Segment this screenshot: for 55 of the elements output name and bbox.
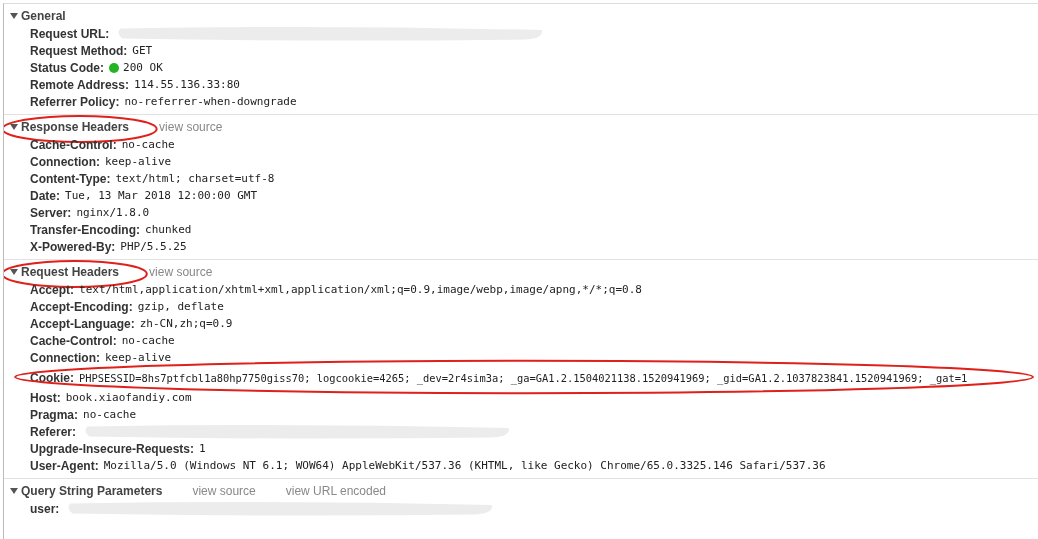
view-link[interactable]: view URL encoded xyxy=(285,484,387,498)
disclosure-triangle-icon[interactable] xyxy=(10,123,18,131)
disclosure-triangle-icon[interactable] xyxy=(10,268,18,276)
header-value: 1 xyxy=(199,442,206,455)
header-name: Remote Address: xyxy=(30,77,129,92)
header-name: Connection: xyxy=(30,350,100,365)
header-value: no-referrer-when-downgrade xyxy=(124,95,297,108)
header-value: zh-CN,zh;q=0.9 xyxy=(139,317,233,330)
header-value: 200 OK xyxy=(123,61,163,74)
header-value: book.xiaofandiy.com xyxy=(65,391,192,404)
header-name: X-Powered-By: xyxy=(30,239,116,254)
header-value: chunked xyxy=(145,223,192,236)
header-name: user: xyxy=(30,501,60,516)
header-value: text/html,application/xhtml+xml,application/xml;q=0.9,image/webp,image/apng,*/*;q=0.8 xyxy=(79,283,642,296)
header-value: text/html; charset=utf-8 xyxy=(115,172,275,185)
header-name: Host: xyxy=(30,390,61,405)
disclosure-triangle-icon[interactable] xyxy=(10,12,18,20)
header-value: nginx/1.8.0 xyxy=(76,206,150,219)
header-name: Date: xyxy=(30,188,60,203)
header-value: Mozilla/5.0 (Windows NT 6.1; WOW64) AppleWebKit/537.36 (KHTML, like Gecko) Chrome/65.0.3325.146 Safari/537.36 xyxy=(103,459,826,472)
header-name: Cookie: xyxy=(30,370,74,385)
header-value: Tue, 13 Mar 2018 12:00:00 GMT xyxy=(65,189,258,202)
header-value: no-cache xyxy=(121,334,175,347)
header-name: Request Method: xyxy=(30,43,128,58)
header-value: GET xyxy=(132,44,153,57)
header-name: Accept-Language: xyxy=(30,316,135,331)
section-title[interactable]: General xyxy=(21,9,66,23)
view-link[interactable]: view source xyxy=(159,120,223,134)
disclosure-triangle-icon[interactable] xyxy=(10,487,18,495)
header-name: Pragma: xyxy=(30,407,79,422)
header-value: 114.55.136.33:80 xyxy=(133,78,240,91)
header-name: Cache-Control: xyxy=(30,137,117,152)
header-name: Transfer-Encoding: xyxy=(30,222,140,237)
view-link[interactable]: view source xyxy=(149,265,213,279)
header-name: Accept: xyxy=(30,282,74,297)
header-value: PHP/5.5.25 xyxy=(120,240,187,253)
header-value: no-cache xyxy=(121,138,175,151)
header-value: no-cache xyxy=(83,408,136,421)
header-value: keep-alive xyxy=(105,351,172,364)
header-name: User-Agent: xyxy=(30,458,99,473)
section-title[interactable]: Query String Parameters xyxy=(21,484,163,498)
header-name: Upgrade-Insecure-Requests: xyxy=(30,441,195,456)
header-value: keep-alive xyxy=(105,155,172,168)
header-name: Status Code: xyxy=(30,60,104,75)
header-value: gzip, deflate xyxy=(137,300,224,313)
header-name: Referrer Policy: xyxy=(30,94,120,109)
header-name: Content-Type: xyxy=(30,171,111,186)
view-link[interactable]: view source xyxy=(192,484,256,498)
header-name: Cache-Control: xyxy=(30,333,117,348)
header-name: Server: xyxy=(30,205,72,220)
header-name: Referer: xyxy=(30,424,77,439)
header-name: Request URL: xyxy=(30,26,110,41)
header-name: Accept-Encoding: xyxy=(30,299,133,314)
header-name: Connection: xyxy=(30,154,100,169)
header-value: PHPSESSID=8hs7ptfcbl1a80hp7750giss70; logcookie=4265; _dev=2r4sim3a; _ga=GA1.2.1504021138.1520941969; _gid=GA1.2.1037823841.1520941969; _gat=1 xyxy=(79,371,968,384)
